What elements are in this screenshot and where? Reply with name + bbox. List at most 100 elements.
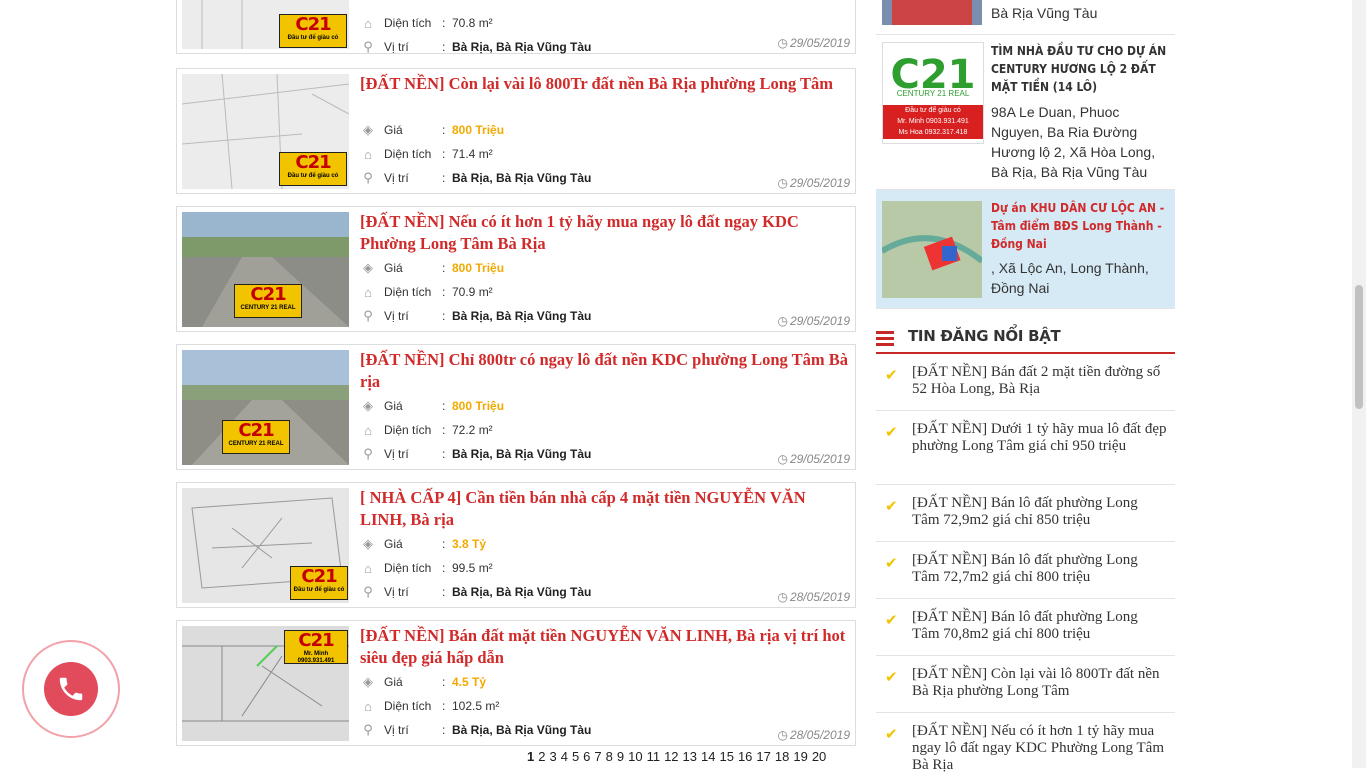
page-link[interactable]: 2: [538, 749, 545, 764]
check-icon: ✔: [885, 726, 898, 743]
listing-thumbnail[interactable]: C21 Đầu tư để giàu có: [182, 0, 349, 49]
hot-listing-item[interactable]: ✔ [ĐẤT NỀN] Bán lô đất phường Long Tâm 72…: [876, 485, 1175, 542]
page-link[interactable]: 18: [775, 749, 789, 764]
post-date: ◷ 29/05/2019: [777, 176, 850, 190]
section-title: TIN ĐĂNG NỔI BẬT: [908, 327, 1061, 345]
page-link[interactable]: 7: [594, 749, 601, 764]
post-date: ◷ 29/05/2019: [777, 452, 850, 466]
hot-listing-item[interactable]: ✔ [ĐẤT NỀN] Bán lô đất phường Long Tâm 70…: [876, 599, 1175, 656]
century21-logo: C21 CENTURY 21 REAL: [234, 284, 302, 318]
listing-title-link[interactable]: [ĐẤT NỀN] Chỉ 800tr có ngay lô đất nền K…: [360, 349, 850, 393]
clock-icon: ◷: [777, 452, 788, 466]
page-link[interactable]: 15: [719, 749, 733, 764]
project-title-link[interactable]: Dự án KHU DÂN CƯ LỘC AN - Tâm điểm BĐS L…: [991, 199, 1171, 253]
scrollbar-thumb[interactable]: [1355, 285, 1363, 409]
hot-listing-link[interactable]: [ĐẤT NỀN] Bán lô đất phường Long Tâm 72,…: [912, 495, 1168, 529]
page-link[interactable]: 17: [756, 749, 770, 764]
page-link[interactable]: 4: [561, 749, 568, 764]
hot-listing-link[interactable]: [ĐẤT NỀN] Dưới 1 tỷ hãy mua lô đất đẹp p…: [912, 421, 1168, 455]
listing-title-link[interactable]: [ĐẤT NỀN] Bán đất mặt tiền NGUYỄN VĂN LI…: [360, 625, 850, 669]
listing-thumbnail[interactable]: C21 Đầu tư để giàu có: [182, 74, 349, 189]
page-link[interactable]: 3: [549, 749, 556, 764]
listing-thumbnail[interactable]: C21 CENTURY 21 REAL: [182, 350, 349, 465]
tag-icon: ◈: [363, 122, 373, 137]
page-link[interactable]: 8: [606, 749, 613, 764]
listing-card[interactable]: C21 CENTURY 21 REAL [ĐẤT NỀN] Nếu có ít h…: [176, 206, 856, 332]
tag-icon: ◈: [363, 536, 373, 551]
listing-card[interactable]: C21 Đầu tư để giàu có ⌂ Diện tích:70.8 m² …: [176, 0, 856, 54]
clock-icon: ◷: [777, 314, 788, 328]
check-icon: ✔: [885, 498, 898, 515]
check-icon: ✔: [885, 367, 898, 384]
listing-card[interactable]: C21 CENTURY 21 REAL [ĐẤT NỀN] Chỉ 800tr c…: [176, 344, 856, 470]
listing-card[interactable]: C21 Đầu tư để giàu có [ NHÀ CẤP 4] Cần ti…: [176, 482, 856, 608]
hot-listing-item[interactable]: ✔ [ĐẤT NỀN] Bán lô đất phường Long Tâm 72…: [876, 542, 1175, 599]
call-button[interactable]: [22, 640, 120, 738]
page-link[interactable]: 19: [793, 749, 807, 764]
map-pin-icon: ⚲: [363, 39, 373, 54]
century21-logo: C21 CENTURY 21 REAL: [222, 420, 290, 454]
century21-logo: C21 Mr. Minh 0903.931.491: [284, 630, 348, 664]
hot-listing-link[interactable]: [ĐẤT NỀN] Bán lô đất phường Long Tâm 70,…: [912, 609, 1168, 643]
page-link[interactable]: 20: [812, 749, 826, 764]
century21-logo: C21 Đầu tư để giàu có: [279, 14, 347, 48]
listing-thumbnail[interactable]: C21 CENTURY 21 REAL: [182, 212, 349, 327]
listing-card[interactable]: C21 Mr. Minh 0903.931.491 [ĐẤT NỀN] Bán đ…: [176, 620, 856, 746]
tag-icon: ◈: [363, 398, 373, 413]
map-pin-icon: ⚲: [363, 446, 373, 461]
hot-listing-item[interactable]: ✔ [ĐẤT NỀN] Dưới 1 tỷ hãy mua lô đất đẹp …: [876, 411, 1175, 485]
sidebar-project[interactable]: C21 CENTURY 21 REAL Đầu tư để giàu có Mr.…: [876, 35, 1175, 190]
clock-icon: ◷: [777, 590, 788, 604]
clock-icon: ◷: [777, 176, 788, 190]
area-row: ⌂ Diện tích:71.4 m²: [360, 144, 493, 164]
area-row: ⌂ Diện tích:99.5 m²: [360, 558, 493, 578]
area-icon: ⌂: [364, 284, 372, 300]
page-link[interactable]: 12: [664, 749, 678, 764]
page-link[interactable]: 6: [583, 749, 590, 764]
page-link[interactable]: 16: [738, 749, 752, 764]
tag-icon: ◈: [363, 260, 373, 275]
page-link[interactable]: 5: [572, 749, 579, 764]
map-pin-icon: ⚲: [363, 308, 373, 323]
price-row: ◈ Giá:800 Triệu: [360, 258, 504, 278]
check-icon: ✔: [885, 612, 898, 629]
map-pin-icon: ⚲: [363, 170, 373, 185]
page-link[interactable]: 10: [628, 749, 642, 764]
listing-thumbnail[interactable]: C21 Đầu tư để giàu có: [182, 488, 349, 603]
page-link[interactable]: 13: [683, 749, 697, 764]
location-row: ⚲ Vị trí: Bà Rịa, Bà Rịa Vũng Tàu: [360, 168, 591, 188]
post-date: ◷ 29/05/2019: [777, 314, 850, 328]
century21-logo: C21 Đầu tư để giàu có: [290, 566, 348, 600]
century21-logo: C21 Đầu tư để giàu có: [279, 152, 347, 186]
sidebar-project[interactable]: Dự án KHU DÂN CƯ LỘC AN - Tâm điểm BĐS L…: [876, 190, 1175, 309]
tag-icon: ◈: [363, 674, 373, 689]
listing-thumbnail[interactable]: C21 Mr. Minh 0903.931.491: [182, 626, 349, 741]
sidebar-project[interactable]: Bà Rịa Vũng Tàu: [876, 0, 1175, 35]
hot-listing-item[interactable]: ✔ [ĐẤT NỀN] Nếu có ít hơn 1 tỷ hãy mua ng…: [876, 713, 1175, 773]
page-link[interactable]: 9: [617, 749, 624, 764]
area-row: ⌂ Diện tích:102.5 m²: [360, 696, 499, 716]
hot-listing-item[interactable]: ✔ [ĐẤT NỀN] Bán đất 2 mặt tiền đường số 5…: [876, 354, 1175, 411]
page-link[interactable]: 11: [647, 749, 661, 764]
location-row: ⚲ Vị trí: Bà Rịa, Bà Rịa Vũng Tàu: [360, 444, 591, 464]
project-title-link[interactable]: TÌM NHÀ ĐẦU TƯ CHO DỰ ÁN CENTURY HƯƠNG L…: [991, 42, 1171, 96]
hot-listing-link[interactable]: [ĐẤT NỀN] Bán lô đất phường Long Tâm 72,…: [912, 552, 1168, 586]
page-scrollbar[interactable]: [1352, 0, 1366, 768]
listing-card[interactable]: C21 Đầu tư để giàu có [ĐẤT NỀN] Còn lại v…: [176, 68, 856, 194]
location-row: ⚲ Vị trí: Bà Rịa, Bà Rịa Vũng Tàu: [360, 720, 591, 740]
listing-title-link[interactable]: [ĐẤT NỀN] Còn lại vài lô 800Tr đất nền B…: [360, 73, 850, 95]
project-image[interactable]: [882, 0, 982, 25]
project-image[interactable]: C21 CENTURY 21 REAL Đầu tư để giàu có Mr.…: [882, 42, 984, 144]
page-link[interactable]: 14: [701, 749, 715, 764]
listing-title-link[interactable]: [ĐẤT NỀN] Nếu có ít hơn 1 tỷ hãy mua nga…: [360, 211, 850, 255]
listing-title-link[interactable]: [ NHÀ CẤP 4] Cần tiền bán nhà cấp 4 mặt …: [360, 487, 850, 531]
page-link[interactable]: 1: [527, 749, 534, 764]
price-row: ◈ Giá:4.5 Tỷ: [360, 672, 486, 692]
price-row: ◈ Giá:800 Triệu: [360, 120, 504, 140]
hot-listing-link[interactable]: [ĐẤT NỀN] Nếu có ít hơn 1 tỷ hãy mua nga…: [912, 723, 1168, 774]
hot-listing-link[interactable]: [ĐẤT NỀN] Bán đất 2 mặt tiền đường số 52…: [912, 364, 1168, 398]
hot-listing-item[interactable]: ✔ [ĐẤT NỀN] Còn lại vài lô 800Tr đất nền …: [876, 656, 1175, 713]
price-row: ◈ Giá:3.8 Tỷ: [360, 534, 486, 554]
project-image[interactable]: [882, 201, 982, 298]
hot-listing-link[interactable]: [ĐẤT NỀN] Còn lại vài lô 800Tr đất nền B…: [912, 666, 1168, 700]
